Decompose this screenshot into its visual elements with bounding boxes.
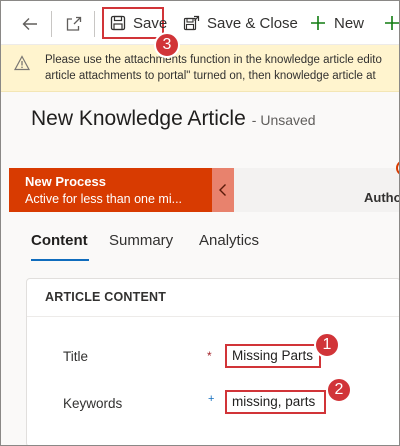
banner-text-line2: article attachments to portal" turned on…: [45, 70, 376, 82]
callout-badge-2: 2: [326, 377, 352, 403]
collapse-process-button[interactable]: [212, 168, 234, 212]
section-title: ARTICLE CONTENT: [27, 279, 399, 317]
keywords-field[interactable]: missing, parts: [225, 390, 326, 414]
new-button[interactable]: New: [309, 7, 364, 39]
chevron-left-icon: [219, 184, 226, 196]
callout-badge-3: 3: [154, 32, 180, 58]
next-stage-label[interactable]: Author: [364, 190, 399, 205]
process-name: New Process: [25, 174, 106, 189]
save-status: - Unsaved: [251, 112, 316, 128]
popout-icon[interactable]: [63, 13, 85, 35]
callout-badge-1: 1: [314, 332, 340, 358]
new-button-label: New: [334, 14, 365, 32]
tab-summary[interactable]: Summary: [109, 232, 173, 249]
divider: [51, 11, 52, 37]
keywords-label: Keywords: [63, 396, 123, 411]
banner-text-line1: Please use the attachments function in t…: [45, 54, 382, 66]
active-process-stage[interactable]: New Process Active for less than one mi.…: [9, 168, 212, 212]
tab-analytics[interactable]: Analytics: [199, 232, 259, 249]
save-button-label: Save: [133, 14, 168, 32]
plus-icon: [309, 14, 327, 32]
title-field[interactable]: Missing Parts: [225, 344, 321, 368]
required-indicator: *: [207, 349, 212, 363]
warning-banner: Please use the attachments function in t…: [1, 45, 399, 92]
warning-icon: [13, 55, 31, 71]
title-label: Title: [63, 349, 89, 364]
save-close-button[interactable]: Save & Close: [182, 7, 298, 39]
divider: [94, 11, 95, 37]
command-bar: Save Save & Close New: [1, 1, 399, 45]
save-icon: [110, 14, 126, 32]
plus-icon: [383, 14, 399, 32]
save-close-label: Save & Close: [207, 14, 298, 32]
recommended-indicator: +: [208, 393, 215, 405]
page-title: New Knowledge Article - Unsaved: [31, 107, 316, 131]
back-arrow-icon[interactable]: [19, 13, 41, 35]
active-tab-indicator: [31, 259, 89, 261]
save-close-icon: [182, 14, 200, 32]
article-content-section: ARTICLE CONTENT Title * Missing Parts Ke…: [26, 278, 399, 445]
tab-content[interactable]: Content: [31, 232, 88, 249]
save-button[interactable]: Save: [102, 7, 168, 39]
app-window: Save Save & Close New Please use the att…: [0, 0, 400, 446]
business-process-flow: New Process Active for less than one mi.…: [9, 160, 399, 212]
page-title-text: New Knowledge Article: [31, 107, 246, 130]
overflow-new-button[interactable]: [383, 7, 399, 39]
process-duration: Active for less than one mi...: [25, 192, 183, 206]
